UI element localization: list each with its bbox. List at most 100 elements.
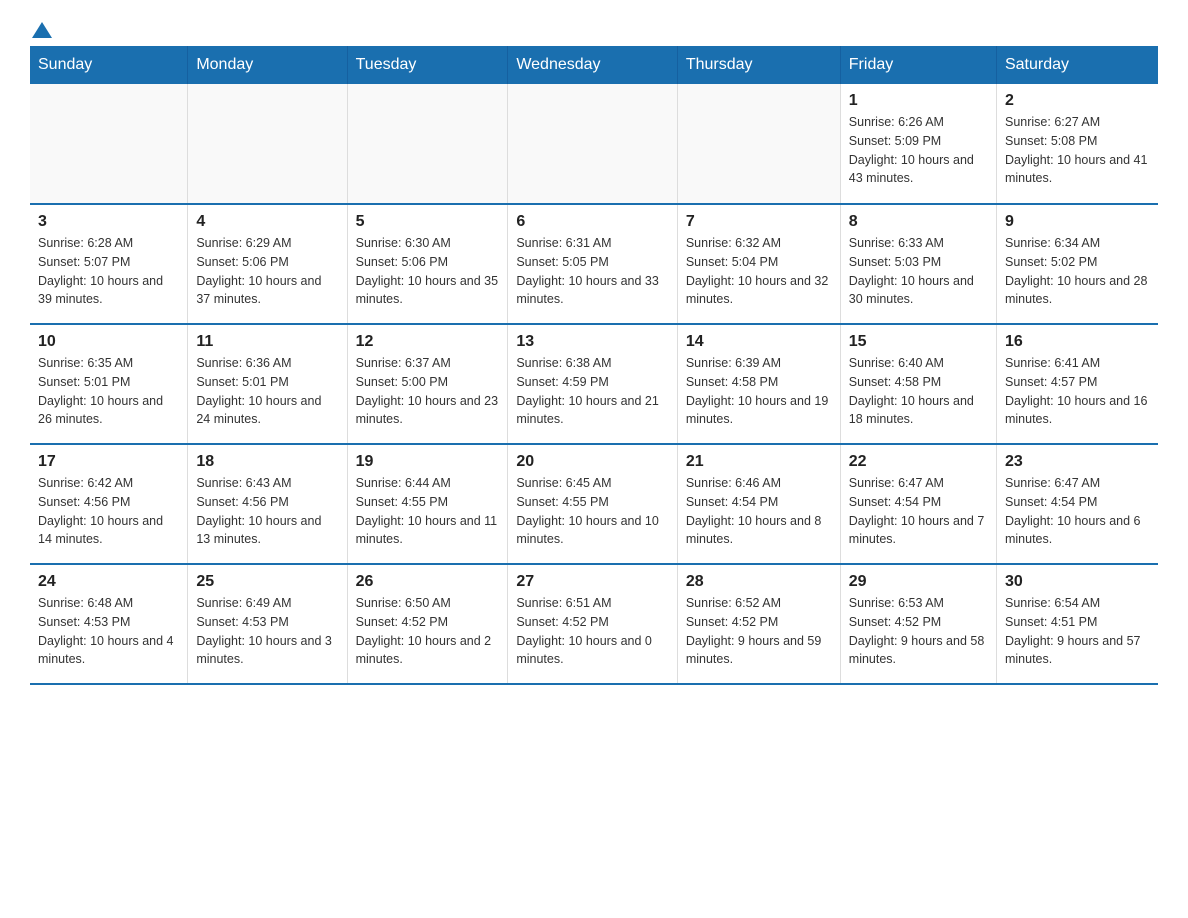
- day-info: Sunrise: 6:42 AMSunset: 4:56 PMDaylight:…: [38, 474, 179, 549]
- day-info: Sunrise: 6:39 AMSunset: 4:58 PMDaylight:…: [686, 354, 832, 429]
- day-info: Sunrise: 6:41 AMSunset: 4:57 PMDaylight:…: [1005, 354, 1150, 429]
- calendar-cell: 8Sunrise: 6:33 AMSunset: 5:03 PMDaylight…: [840, 204, 996, 324]
- day-number: 28: [686, 573, 832, 591]
- column-header-sunday: Sunday: [30, 46, 188, 84]
- day-number: 10: [38, 333, 179, 351]
- column-header-tuesday: Tuesday: [347, 46, 508, 84]
- day-number: 6: [516, 213, 668, 231]
- day-info: Sunrise: 6:52 AMSunset: 4:52 PMDaylight:…: [686, 594, 832, 669]
- logo-triangle-icon: [32, 20, 52, 40]
- day-number: 21: [686, 453, 832, 471]
- calendar-cell: 26 Sunrise: 6:50 AMSunset: 4:52 PMDayligh…: [347, 564, 508, 684]
- day-number: 24: [38, 573, 179, 591]
- calendar-cell: 27Sunrise: 6:51 AMSunset: 4:52 PMDayligh…: [508, 564, 677, 684]
- day-number: 9: [1005, 213, 1150, 231]
- day-number: 25: [196, 573, 338, 591]
- day-number: 14: [686, 333, 832, 351]
- day-info: Sunrise: 6:26 AMSunset: 5:09 PMDaylight:…: [849, 113, 988, 188]
- calendar-cell: 19 Sunrise: 6:44 AMSunset: 4:55 PMDayligh…: [347, 444, 508, 564]
- day-number: 30: [1005, 573, 1150, 591]
- calendar-cell: 4 Sunrise: 6:29 AMSunset: 5:06 PMDaylight…: [188, 204, 347, 324]
- day-info: Sunrise: 6:49 AMSunset: 4:53 PMDaylight:…: [196, 594, 338, 669]
- day-info: Sunrise: 6:34 AMSunset: 5:02 PMDaylight:…: [1005, 234, 1150, 309]
- day-info: Sunrise: 6:44 AMSunset: 4:55 PMDaylight:…: [356, 474, 500, 549]
- calendar-cell: 21 Sunrise: 6:46 AMSunset: 4:54 PMDayligh…: [677, 444, 840, 564]
- day-number: 18: [196, 453, 338, 471]
- day-number: 4: [196, 213, 338, 231]
- day-number: 23: [1005, 453, 1150, 471]
- day-info: Sunrise: 6:50 AMSunset: 4:52 PMDaylight:…: [356, 594, 500, 669]
- calendar-cell: 15Sunrise: 6:40 AMSunset: 4:58 PMDayligh…: [840, 324, 996, 444]
- calendar-week-row: 10 Sunrise: 6:35 AMSunset: 5:01 PMDayligh…: [30, 324, 1158, 444]
- column-header-thursday: Thursday: [677, 46, 840, 84]
- column-header-monday: Monday: [188, 46, 347, 84]
- day-info: Sunrise: 6:46 AMSunset: 4:54 PMDaylight:…: [686, 474, 832, 549]
- day-info: Sunrise: 6:32 AMSunset: 5:04 PMDaylight:…: [686, 234, 832, 309]
- day-info: Sunrise: 6:36 AMSunset: 5:01 PMDaylight:…: [196, 354, 338, 429]
- calendar-cell: 7 Sunrise: 6:32 AMSunset: 5:04 PMDaylight…: [677, 204, 840, 324]
- day-number: 29: [849, 573, 988, 591]
- calendar-cell: 17 Sunrise: 6:42 AMSunset: 4:56 PMDayligh…: [30, 444, 188, 564]
- day-number: 17: [38, 453, 179, 471]
- column-header-wednesday: Wednesday: [508, 46, 677, 84]
- column-header-saturday: Saturday: [996, 46, 1158, 84]
- day-number: 7: [686, 213, 832, 231]
- day-number: 27: [516, 573, 668, 591]
- calendar-cell: 25 Sunrise: 6:49 AMSunset: 4:53 PMDayligh…: [188, 564, 347, 684]
- column-header-friday: Friday: [840, 46, 996, 84]
- day-info: Sunrise: 6:43 AMSunset: 4:56 PMDaylight:…: [196, 474, 338, 549]
- day-info: Sunrise: 6:54 AMSunset: 4:51 PMDaylight:…: [1005, 594, 1150, 669]
- calendar-cell: 6 Sunrise: 6:31 AMSunset: 5:05 PMDaylight…: [508, 204, 677, 324]
- day-info: Sunrise: 6:37 AMSunset: 5:00 PMDaylight:…: [356, 354, 500, 429]
- calendar-table: SundayMondayTuesdayWednesdayThursdayFrid…: [30, 46, 1158, 685]
- calendar-cell: 28 Sunrise: 6:52 AMSunset: 4:52 PMDayligh…: [677, 564, 840, 684]
- day-info: Sunrise: 6:27 AMSunset: 5:08 PMDaylight:…: [1005, 113, 1150, 188]
- day-info: Sunrise: 6:47 AMSunset: 4:54 PMDaylight:…: [1005, 474, 1150, 549]
- day-info: Sunrise: 6:38 AMSunset: 4:59 PMDaylight:…: [516, 354, 668, 429]
- day-number: 26: [356, 573, 500, 591]
- calendar-cell: 16 Sunrise: 6:41 AMSunset: 4:57 PMDayligh…: [996, 324, 1158, 444]
- day-number: 8: [849, 213, 988, 231]
- day-number: 12: [356, 333, 500, 351]
- calendar-cell: [677, 84, 840, 204]
- calendar-week-row: 1 Sunrise: 6:26 AMSunset: 5:09 PMDaylight…: [30, 84, 1158, 204]
- day-number: 22: [849, 453, 988, 471]
- day-info: Sunrise: 6:31 AMSunset: 5:05 PMDaylight:…: [516, 234, 668, 309]
- calendar-cell: 29Sunrise: 6:53 AMSunset: 4:52 PMDayligh…: [840, 564, 996, 684]
- day-info: Sunrise: 6:40 AMSunset: 4:58 PMDaylight:…: [849, 354, 988, 429]
- day-number: 20: [516, 453, 668, 471]
- day-info: Sunrise: 6:48 AMSunset: 4:53 PMDaylight:…: [38, 594, 179, 669]
- calendar-cell: 9 Sunrise: 6:34 AMSunset: 5:02 PMDaylight…: [996, 204, 1158, 324]
- calendar-cell: 2Sunrise: 6:27 AMSunset: 5:08 PMDaylight…: [996, 84, 1158, 204]
- calendar-cell: [30, 84, 188, 204]
- day-number: 13: [516, 333, 668, 351]
- day-info: Sunrise: 6:45 AMSunset: 4:55 PMDaylight:…: [516, 474, 668, 549]
- calendar-cell: 23 Sunrise: 6:47 AMSunset: 4:54 PMDayligh…: [996, 444, 1158, 564]
- day-info: Sunrise: 6:35 AMSunset: 5:01 PMDaylight:…: [38, 354, 179, 429]
- day-number: 19: [356, 453, 500, 471]
- day-number: 11: [196, 333, 338, 351]
- calendar-cell: 20 Sunrise: 6:45 AMSunset: 4:55 PMDayligh…: [508, 444, 677, 564]
- day-info: Sunrise: 6:28 AMSunset: 5:07 PMDaylight:…: [38, 234, 179, 309]
- calendar-cell: 30 Sunrise: 6:54 AMSunset: 4:51 PMDayligh…: [996, 564, 1158, 684]
- day-number: 1: [849, 92, 988, 110]
- calendar-cell: 13 Sunrise: 6:38 AMSunset: 4:59 PMDayligh…: [508, 324, 677, 444]
- day-number: 3: [38, 213, 179, 231]
- calendar-cell: 1 Sunrise: 6:26 AMSunset: 5:09 PMDaylight…: [840, 84, 996, 204]
- day-info: Sunrise: 6:29 AMSunset: 5:06 PMDaylight:…: [196, 234, 338, 309]
- calendar-cell: [347, 84, 508, 204]
- day-number: 16: [1005, 333, 1150, 351]
- calendar-cell: 24 Sunrise: 6:48 AMSunset: 4:53 PMDayligh…: [30, 564, 188, 684]
- calendar-week-row: 3 Sunrise: 6:28 AMSunset: 5:07 PMDaylight…: [30, 204, 1158, 324]
- day-info: Sunrise: 6:47 AMSunset: 4:54 PMDaylight:…: [849, 474, 988, 549]
- calendar-cell: 3 Sunrise: 6:28 AMSunset: 5:07 PMDaylight…: [30, 204, 188, 324]
- calendar-header-row: SundayMondayTuesdayWednesdayThursdayFrid…: [30, 46, 1158, 84]
- page-header: [30, 20, 1158, 36]
- calendar-cell: 14 Sunrise: 6:39 AMSunset: 4:58 PMDayligh…: [677, 324, 840, 444]
- calendar-cell: [508, 84, 677, 204]
- logo: [30, 20, 52, 36]
- calendar-cell: 12 Sunrise: 6:37 AMSunset: 5:00 PMDayligh…: [347, 324, 508, 444]
- calendar-cell: 5 Sunrise: 6:30 AMSunset: 5:06 PMDaylight…: [347, 204, 508, 324]
- day-number: 5: [356, 213, 500, 231]
- day-info: Sunrise: 6:30 AMSunset: 5:06 PMDaylight:…: [356, 234, 500, 309]
